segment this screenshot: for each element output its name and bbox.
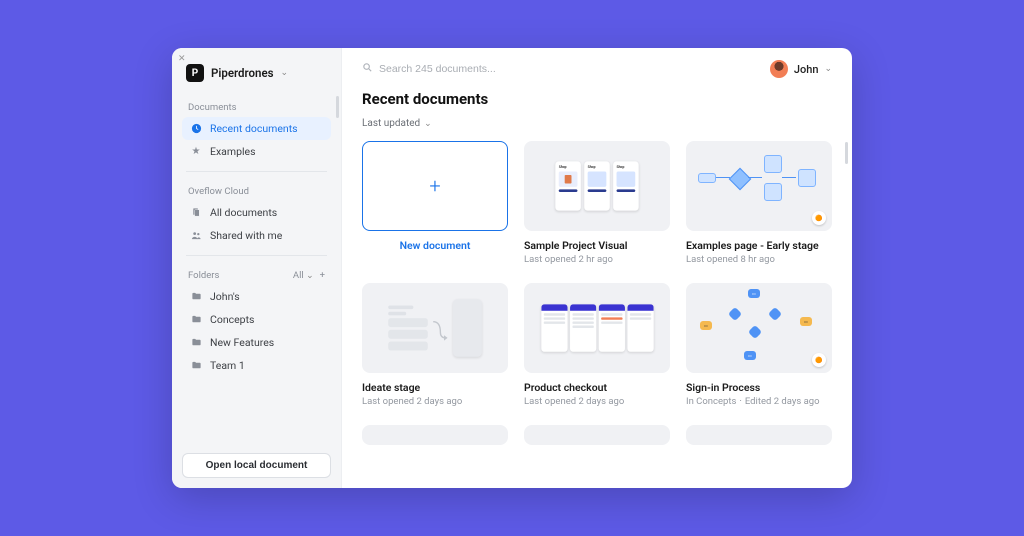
- divider: [186, 171, 327, 172]
- sidebar-folder-johns[interactable]: John's: [182, 285, 331, 308]
- document-card-product-checkout[interactable]: Product checkout Last opened 2 days ago: [524, 283, 670, 407]
- section-label-text: Documents: [188, 102, 237, 113]
- folders-filter[interactable]: All ⌄: [293, 270, 314, 281]
- page-title: Recent documents: [362, 90, 832, 108]
- card-meta: Last opened 2 hr ago: [524, 254, 670, 265]
- sidebar: P Piperdrones ⌄ Documents Recent documen…: [172, 48, 342, 488]
- sidebar-item-shared[interactable]: Shared with me: [182, 224, 331, 247]
- card-title: Examples page - Early stage: [686, 239, 832, 252]
- documents-grid: + New document Shop Shop Shop Sample Pro…: [362, 141, 832, 445]
- section-label-text: Folders: [188, 270, 219, 281]
- sidebar-item-label: Examples: [210, 145, 256, 158]
- sidebar-item-label: All documents: [210, 206, 277, 219]
- section-label-documents: Documents: [182, 96, 331, 117]
- chevron-down-icon: ⌄: [424, 119, 432, 129]
- card-title: Sample Project Visual: [524, 239, 670, 252]
- sidebar-item-recent[interactable]: Recent documents: [182, 117, 331, 140]
- document-card-ideate[interactable]: Ideate stage Last opened 2 days ago: [362, 283, 508, 407]
- divider: [186, 255, 327, 256]
- card-title: New document: [362, 239, 508, 252]
- card-meta: Last opened 2 days ago: [362, 396, 508, 407]
- search-input[interactable]: [379, 63, 760, 75]
- close-icon[interactable]: ✕: [178, 54, 186, 64]
- workspace-logo: P: [186, 64, 204, 82]
- document-card-examples-page[interactable]: 🟠 Examples page - Early stage Last opene…: [686, 141, 832, 265]
- avatar: [770, 60, 788, 78]
- section-label-cloud: Oveflow Cloud: [182, 180, 331, 201]
- document-card-signin-process[interactable]: ▭ ▭ ▭ ▭ 🟠 Sign-in Process In Concepts·Ed…: [686, 283, 832, 407]
- document-thumb: [362, 283, 508, 373]
- section-label-folders: Folders All ⌄ +: [182, 264, 331, 285]
- sidebar-item-label: Team 1: [210, 359, 245, 372]
- workspace-name: Piperdrones: [211, 66, 274, 80]
- app-window: ✕ P Piperdrones ⌄ Documents Recent docum…: [172, 48, 852, 488]
- documents-icon: [190, 207, 202, 218]
- sidebar-item-label: John's: [210, 290, 240, 303]
- document-card-placeholder[interactable]: [686, 425, 832, 445]
- folder-icon: [190, 337, 202, 348]
- document-thumb: 🟠: [686, 141, 832, 231]
- sidebar-item-label: Concepts: [210, 313, 254, 326]
- card-title: Product checkout: [524, 381, 670, 394]
- arrow-icon: [431, 315, 449, 342]
- folder-icon: [190, 291, 202, 302]
- sidebar-folder-team1[interactable]: Team 1: [182, 354, 331, 377]
- sidebar-scrollbar[interactable]: [336, 96, 339, 118]
- sidebar-item-label: Shared with me: [210, 229, 282, 242]
- workspace-switcher[interactable]: P Piperdrones ⌄: [182, 62, 331, 96]
- card-meta-time: Edited 2 days ago: [745, 396, 820, 407]
- open-local-button[interactable]: Open local document: [182, 453, 331, 478]
- sort-label: Last updated: [362, 118, 420, 129]
- card-meta: In Concepts·Edited 2 days ago: [686, 396, 832, 407]
- topbar: John ⌄: [342, 48, 852, 78]
- folder-icon: [190, 360, 202, 371]
- content-scroll: Recent documents Last updated ⌄ + New do…: [342, 78, 852, 488]
- card-meta: Last opened 2 days ago: [524, 396, 670, 407]
- document-thumb: ▭ ▭ ▭ ▭ 🟠: [686, 283, 832, 373]
- sidebar-item-label: New Features: [210, 336, 274, 349]
- sidebar-item-label: Recent documents: [210, 122, 298, 135]
- card-title: Ideate stage: [362, 381, 508, 394]
- document-card-placeholder[interactable]: [362, 425, 508, 445]
- chevron-down-icon: ⌄: [824, 64, 832, 74]
- chevron-down-icon: ⌄: [281, 68, 289, 78]
- search-field[interactable]: [362, 62, 760, 76]
- folder-icon: [190, 314, 202, 325]
- document-card-sample-project[interactable]: Shop Shop Shop Sample Project Visual Las…: [524, 141, 670, 265]
- document-thumb: [686, 425, 832, 445]
- document-thumb: Shop Shop Shop: [524, 141, 670, 231]
- card-meta: Last opened 8 hr ago: [686, 254, 832, 265]
- document-thumb: [524, 283, 670, 373]
- chevron-down-icon: ⌄: [306, 271, 314, 281]
- search-icon: [362, 62, 373, 76]
- sidebar-item-examples[interactable]: ★ Examples: [182, 140, 331, 163]
- user-menu[interactable]: John ⌄: [770, 60, 832, 78]
- new-document-card[interactable]: + New document: [362, 141, 508, 265]
- document-card-placeholder[interactable]: [524, 425, 670, 445]
- sort-dropdown[interactable]: Last updated ⌄: [362, 118, 832, 129]
- document-thumb: [362, 425, 508, 445]
- user-name: John: [794, 63, 819, 76]
- star-icon: ★: [190, 146, 202, 157]
- plus-icon: +: [429, 174, 440, 198]
- main-area: John ⌄ Recent documents Last updated ⌄ +…: [342, 48, 852, 488]
- sidebar-folder-concepts[interactable]: Concepts: [182, 308, 331, 331]
- document-thumb: [524, 425, 670, 445]
- sidebar-folder-new-features[interactable]: New Features: [182, 331, 331, 354]
- people-icon: [190, 230, 202, 241]
- card-title: Sign-in Process: [686, 381, 832, 394]
- card-meta-folder: In Concepts: [686, 396, 736, 407]
- section-label-text: Oveflow Cloud: [188, 186, 249, 197]
- clock-icon: [190, 123, 202, 134]
- add-folder-button[interactable]: +: [320, 270, 325, 281]
- sidebar-item-all-documents[interactable]: All documents: [182, 201, 331, 224]
- main-scrollbar[interactable]: [845, 142, 848, 164]
- new-document-thumb: +: [362, 141, 508, 231]
